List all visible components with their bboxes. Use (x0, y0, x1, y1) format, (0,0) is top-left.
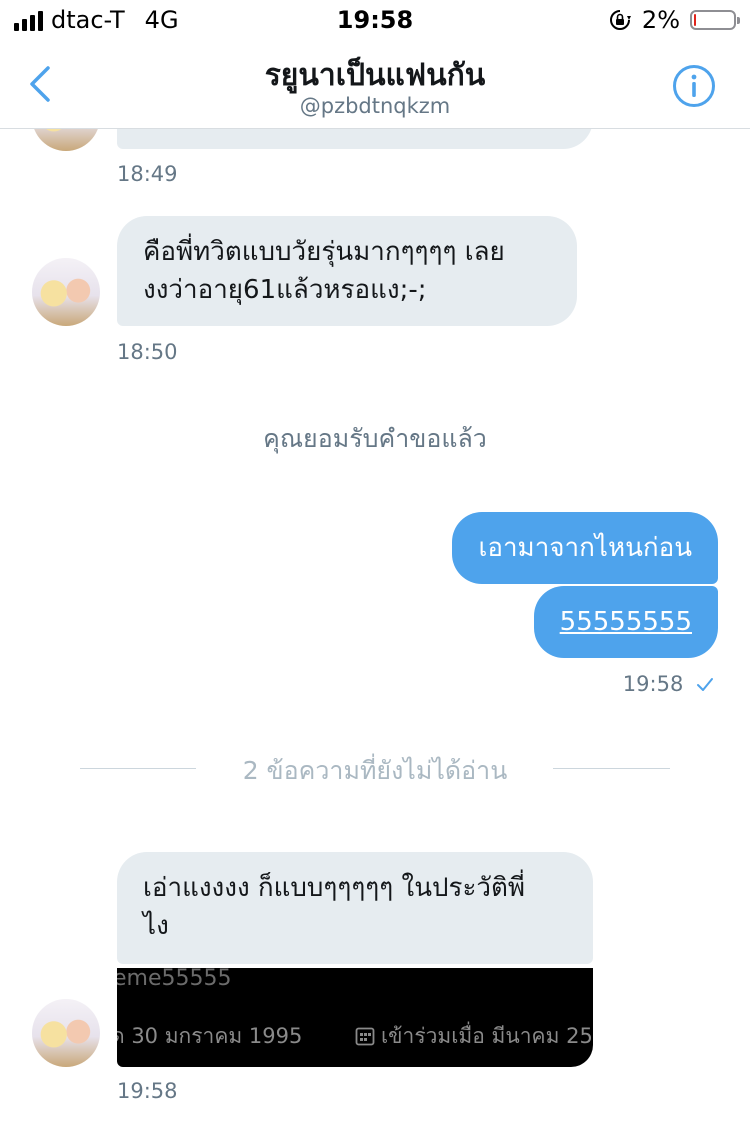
message-timestamp: 18:49 (117, 162, 178, 186)
message-list[interactable]: 18:49 คือพี่ทวิตแบบวัยรุ่นมากๆๆๆๆ เลย งง… (0, 129, 750, 1123)
message-text: คือพี่ทวิตแบบวัยรุ่นมากๆๆๆๆ เลย (143, 237, 505, 267)
image-text: เข้าร่วมเมื่อ มีนาคม 2556 (381, 1024, 593, 1048)
message-time: 19:58 (622, 672, 684, 696)
message-bubble-incoming[interactable]: เอ่าแงงงง ก็แบบๆๆๆๆๆ ในประวัติพี่ ไง (117, 852, 593, 964)
conversation-header: รยูนาเป็นแฟนกัน @pzbdtnqkzm (0, 42, 750, 129)
status-right: 2% (608, 6, 740, 34)
message-image[interactable]: eme55555 ด 30 มกราคม 1995 เข้าร่วมเมื่อ … (117, 968, 593, 1067)
conversation-handle[interactable]: @pzbdtnqkzm (0, 94, 750, 118)
rotation-lock-icon (609, 10, 631, 30)
avatar[interactable] (32, 129, 100, 151)
message-text: งงว่าอายุ61แล้วหรอแง;-; (143, 275, 427, 305)
unread-messages-label: 2 ข้อความที่ยังไม่ได้อ่าน (242, 756, 508, 785)
info-icon[interactable] (672, 64, 716, 108)
read-check-icon (697, 678, 713, 691)
message-timestamp-outgoing: 19:58 (623, 672, 714, 696)
calendar-icon (355, 1027, 375, 1046)
battery-icon (690, 10, 740, 30)
avatar[interactable] (32, 999, 100, 1067)
message-text: เอ่าแงงงง ก็แบบๆๆๆๆๆ ในประวัติพี่ (143, 873, 526, 903)
message-link[interactable]: 55555555 (560, 607, 692, 637)
image-joined-row: เข้าร่วมเมื่อ มีนาคม 2556 (355, 1020, 593, 1053)
avatar[interactable] (32, 258, 100, 326)
message-text: เอามาจากไหนก่อน (478, 533, 692, 563)
message-text: ไง (143, 911, 169, 941)
message-timestamp: 19:58 (117, 1079, 178, 1103)
status-bar: dtac-T 4G 19:58 2% (0, 0, 750, 42)
request-accepted-notice: คุณยอมรับคำขอแล้ว (263, 424, 487, 453)
image-text: ด 30 มกราคม 1995 (117, 1024, 303, 1048)
message-bubble-incoming[interactable]: คือพี่ทวิตแบบวัยรุ่นมากๆๆๆๆ เลย งงว่าอาย… (117, 216, 577, 326)
battery-percent: 2% (641, 6, 680, 34)
message-bubble-outgoing[interactable]: 55555555 (533, 586, 718, 658)
message-timestamp: 18:50 (117, 340, 178, 364)
message-bubble-partial[interactable] (117, 129, 593, 149)
message-bubble-outgoing[interactable]: เอามาจากไหนก่อน (452, 512, 718, 584)
conversation-title[interactable]: รยูนาเป็นแฟนกัน (0, 52, 750, 99)
image-text: eme55555 (117, 968, 232, 991)
